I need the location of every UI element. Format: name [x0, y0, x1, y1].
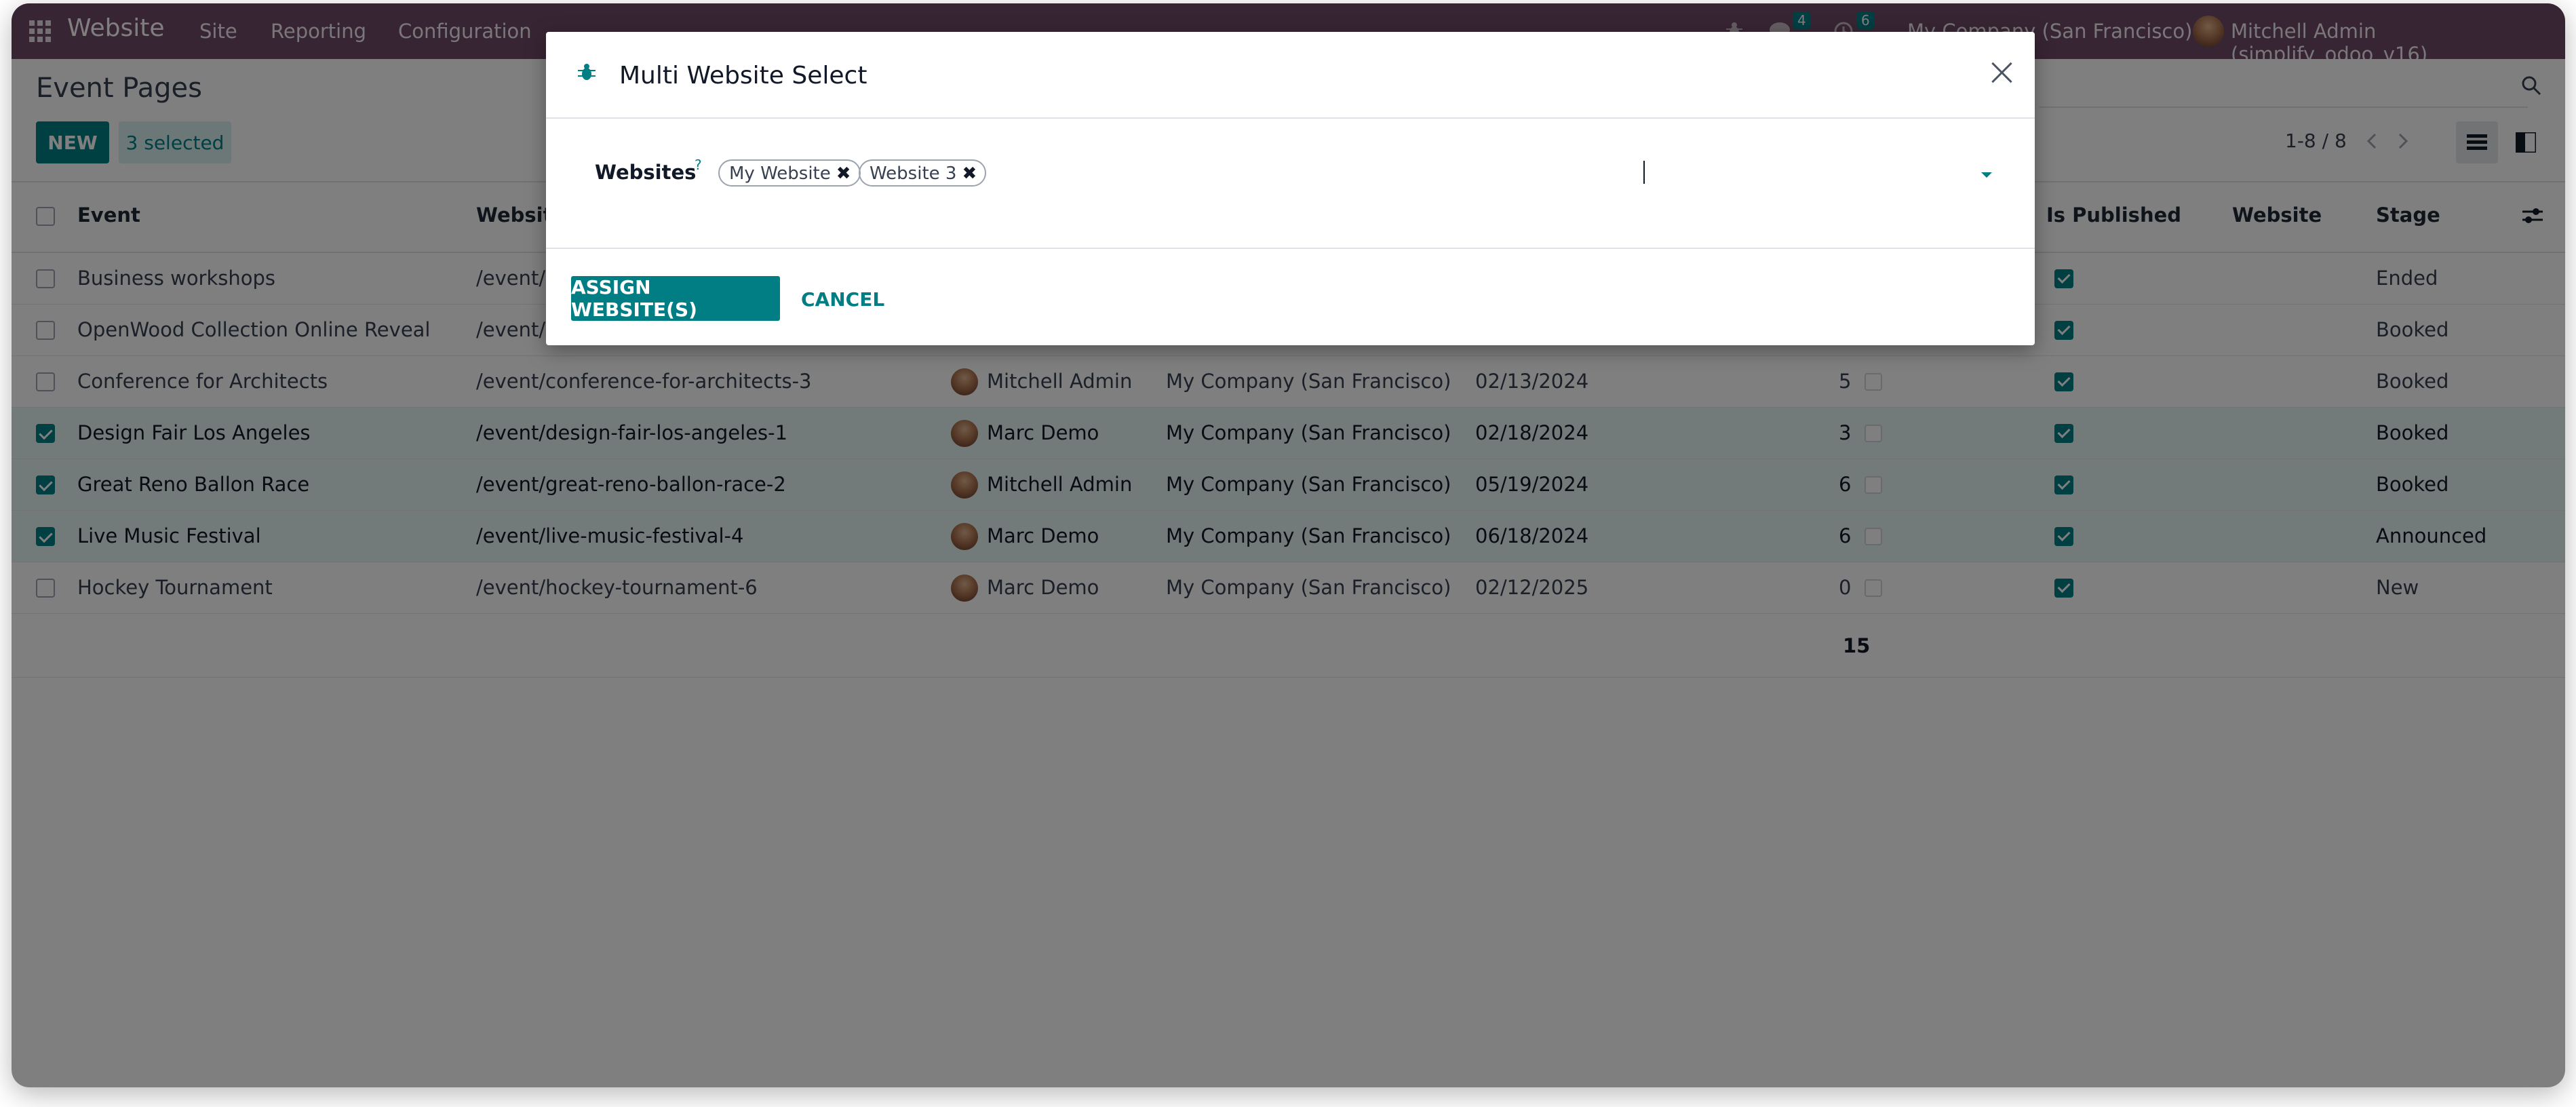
remove-tag-icon[interactable]: ✖ — [836, 163, 851, 184]
app-window: Website Site Reporting Configuration 4 6… — [12, 3, 2565, 1087]
dialog-title: Multi Website Select — [619, 62, 867, 90]
website-tag-label: Website 3 — [870, 163, 957, 184]
bug-icon — [578, 64, 596, 80]
remove-tag-icon[interactable]: ✖ — [962, 163, 977, 184]
website-tag: Website 3 ✖ — [859, 159, 987, 187]
help-tooltip-icon[interactable]: ? — [695, 157, 702, 173]
multi-website-dialog: Multi Website Select Websites ? My Websi… — [546, 32, 2035, 345]
close-icon[interactable] — [1987, 58, 2017, 88]
cancel-button[interactable]: CANCEL — [801, 288, 884, 311]
dialog-footer: ASSIGN WEBSITE(S) CANCEL — [546, 248, 2035, 345]
dropdown-caret-icon[interactable] — [1981, 172, 1992, 178]
text-cursor — [1643, 161, 1645, 184]
dialog-header: Multi Website Select — [546, 32, 2035, 119]
websites-label: Websites — [595, 161, 697, 184]
website-tag-label: My Website — [729, 163, 831, 184]
assign-websites-button[interactable]: ASSIGN WEBSITE(S) — [571, 276, 780, 321]
website-tag: My Website ✖ — [718, 159, 861, 187]
